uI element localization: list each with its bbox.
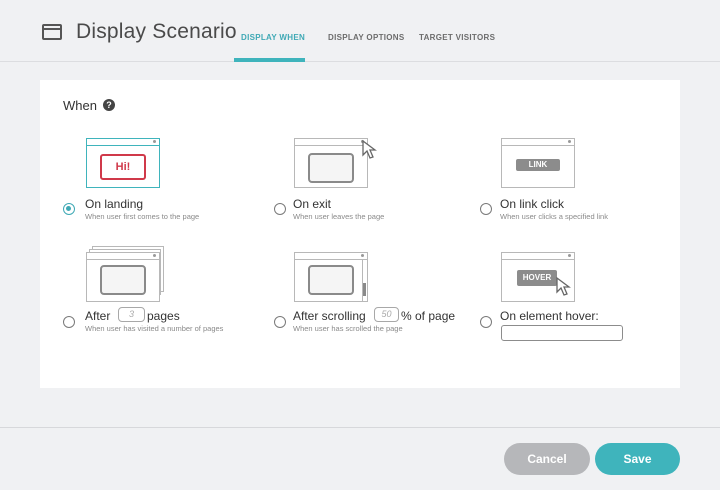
- active-tab-indicator: [234, 58, 305, 62]
- after-pages-label: After: [85, 309, 111, 323]
- after-scrolling-description: When user has scrolled the page: [293, 324, 403, 333]
- after-pages-illustration: [86, 252, 160, 302]
- save-button[interactable]: Save: [595, 443, 680, 475]
- radio-after-scrolling[interactable]: [274, 316, 286, 328]
- hover-pill-graphic: HOVER: [517, 270, 557, 286]
- on-landing-label: On landing: [85, 197, 144, 211]
- on-landing-illustration: Hi!: [86, 138, 160, 188]
- radio-on-link-click[interactable]: [480, 203, 492, 215]
- on-exit-illustration: [294, 138, 368, 188]
- help-icon[interactable]: ?: [103, 99, 115, 111]
- on-exit-description: When user leaves the page: [293, 212, 385, 221]
- hover-selector-input[interactable]: [501, 325, 623, 341]
- when-panel: When ? Hi! On landing When user first co…: [40, 80, 680, 388]
- pages-suffix-label: pages: [147, 309, 180, 323]
- footer-divider: [0, 427, 720, 428]
- link-pill-graphic: LINK: [516, 159, 560, 171]
- on-landing-description: When user first comes to the page: [85, 212, 200, 221]
- page-title: Display Scenario: [76, 20, 237, 43]
- after-pages-description: When user has visited a number of pages: [85, 324, 224, 333]
- after-scrolling-label: After scrolling: [293, 309, 366, 323]
- pages-count-input[interactable]: 3: [118, 307, 145, 322]
- radio-on-landing[interactable]: [63, 203, 75, 215]
- radio-after-pages[interactable]: [63, 316, 75, 328]
- on-link-click-description: When user clicks a specified link: [500, 212, 608, 221]
- on-link-click-illustration: LINK: [501, 138, 575, 188]
- on-exit-label: On exit: [293, 197, 332, 211]
- scroll-percent-suffix: % of page: [401, 309, 456, 323]
- tab-display-options[interactable]: DISPLAY OPTIONS: [328, 33, 405, 42]
- when-label: When: [63, 98, 97, 113]
- tab-target-visitors[interactable]: TARGET VISITORS: [419, 33, 495, 42]
- scroll-percent-input[interactable]: 50: [374, 307, 399, 322]
- hi-popup-graphic: Hi!: [100, 154, 146, 180]
- after-scrolling-illustration: [294, 252, 368, 302]
- cancel-button[interactable]: Cancel: [504, 443, 590, 475]
- cursor-icon: [556, 276, 571, 296]
- radio-on-exit[interactable]: [274, 203, 286, 215]
- cursor-icon: [362, 139, 377, 159]
- header: Display Scenario DISPLAY WHEN DISPLAY OP…: [0, 0, 720, 62]
- window-icon: [42, 24, 62, 40]
- tab-display-when[interactable]: DISPLAY WHEN: [241, 33, 305, 42]
- on-element-hover-label: On element hover:: [500, 309, 599, 323]
- on-link-click-label: On link click: [500, 197, 565, 211]
- radio-on-element-hover[interactable]: [480, 316, 492, 328]
- scrollbar-thumb-graphic: [363, 283, 366, 296]
